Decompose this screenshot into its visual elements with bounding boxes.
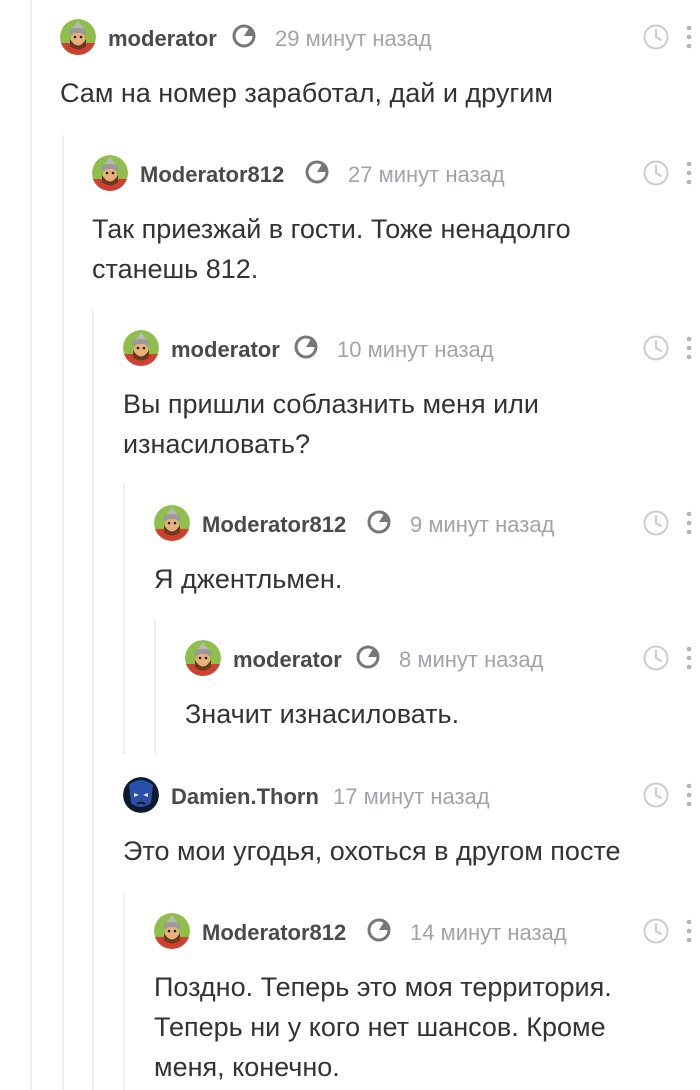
comment-author[interactable]: Moderator812 xyxy=(202,920,346,946)
user-avatar[interactable] xyxy=(154,913,190,949)
user-avatar[interactable] xyxy=(123,330,159,366)
comment-time[interactable]: 9 минут назад xyxy=(410,512,554,538)
comment-author[interactable]: moderator xyxy=(171,337,280,363)
comment-author[interactable]: moderator xyxy=(233,647,342,673)
clock-icon[interactable] xyxy=(642,781,670,809)
moderator-badge-icon xyxy=(292,333,320,361)
comment-time[interactable]: 27 минут назад xyxy=(348,162,505,188)
more-vertical-icon[interactable] xyxy=(684,510,694,536)
comment: Moderator812 27 минут назад Так приезжай… xyxy=(92,155,700,289)
thread-line xyxy=(154,620,156,754)
comment-time[interactable]: 29 минут назад xyxy=(275,26,432,52)
moderator-badge-icon xyxy=(365,508,393,536)
thread-line xyxy=(123,484,125,754)
comment-author[interactable]: Damien.Thorn xyxy=(171,784,319,810)
user-avatar[interactable] xyxy=(92,155,128,191)
comment: moderator 29 минут назад Сам на номер за… xyxy=(60,19,700,113)
user-avatar[interactable] xyxy=(123,777,159,813)
comment: moderator 8 минут назад Значит изнасилов… xyxy=(185,640,700,734)
user-avatar[interactable] xyxy=(60,19,96,55)
comment-author[interactable]: Moderator812 xyxy=(202,512,346,538)
clock-icon[interactable] xyxy=(642,159,670,187)
thread-line xyxy=(92,310,94,1090)
clock-icon[interactable] xyxy=(642,334,670,362)
thread-line xyxy=(62,135,64,1090)
clock-icon[interactable] xyxy=(642,23,670,51)
moderator-badge-icon xyxy=(303,158,331,186)
more-vertical-icon[interactable] xyxy=(684,160,694,186)
comment-text: Значит изнасиловать. xyxy=(185,699,460,729)
comment-text: Сам на номер заработал, дай и другим xyxy=(60,78,553,108)
comment-time[interactable]: 8 минут назад xyxy=(399,647,543,673)
more-vertical-icon[interactable] xyxy=(684,645,694,671)
comment: Damien.Thorn 17 минут назад Это мои угод… xyxy=(123,777,700,871)
comment: moderator 10 минут назад Вы пришли собла… xyxy=(123,330,700,464)
comment-text: Это мои угодья, охоться в другом посте xyxy=(123,836,621,866)
more-vertical-icon[interactable] xyxy=(684,24,694,50)
comment-author[interactable]: Moderator812 xyxy=(140,162,284,188)
moderator-badge-icon xyxy=(365,916,393,944)
comment-time[interactable]: 17 минут назад xyxy=(333,784,490,810)
more-vertical-icon[interactable] xyxy=(684,918,694,944)
clock-icon[interactable] xyxy=(642,644,670,672)
user-avatar[interactable] xyxy=(154,505,190,541)
more-vertical-icon[interactable] xyxy=(684,335,694,361)
comment-text: Я джентльмен. xyxy=(154,564,343,594)
moderator-badge-icon xyxy=(354,643,382,671)
comment-text: Вы пришли соблазнить меня или изнасилова… xyxy=(123,389,540,459)
comment-text: Так приезжай в гости. Тоже ненадолго ста… xyxy=(92,214,571,284)
clock-icon[interactable] xyxy=(642,509,670,537)
thread-line xyxy=(123,893,125,1090)
comment-time[interactable]: 10 минут назад xyxy=(337,337,494,363)
comment: Moderator812 14 минут назад Поздно. Тепе… xyxy=(154,913,700,1087)
user-avatar[interactable] xyxy=(185,640,221,676)
comment: Moderator812 9 минут назад Я джентльмен. xyxy=(154,505,700,599)
comment-time[interactable]: 14 минут назад xyxy=(410,920,567,946)
clock-icon[interactable] xyxy=(642,917,670,945)
comment-text: Поздно. Теперь это моя территория. Тепер… xyxy=(154,972,612,1082)
more-vertical-icon[interactable] xyxy=(684,782,694,808)
moderator-badge-icon xyxy=(230,22,258,50)
thread-line xyxy=(30,0,32,1090)
comment-author[interactable]: moderator xyxy=(108,26,217,52)
